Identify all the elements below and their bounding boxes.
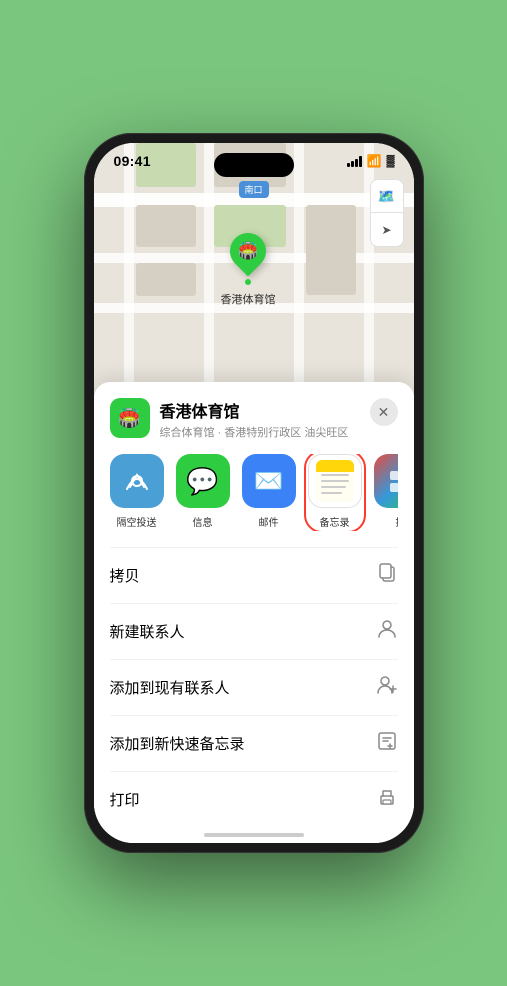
battery-icon: ▓ <box>386 155 393 167</box>
share-item-notes[interactable]: 备忘录 <box>308 454 362 529</box>
menu-copy-label: 拷贝 <box>110 565 140 586</box>
home-indicator <box>204 833 304 837</box>
notes-label: 备忘录 <box>320 514 350 529</box>
place-header: 🏟️ 香港体育馆 综合体育馆 · 香港特别行政区 油尖旺区 ✕ <box>110 398 398 440</box>
mail-label: 邮件 <box>259 514 279 529</box>
mail-icon: ✉️ <box>254 467 284 496</box>
status-icons: 📶 ▓ <box>347 154 394 168</box>
airdrop-icon <box>123 467 151 495</box>
note-add-icon <box>376 730 398 757</box>
dynamic-island <box>214 153 294 177</box>
copy-icon <box>376 562 398 589</box>
menu-quick-note-label: 添加到新快速备忘录 <box>110 733 245 754</box>
phone-frame: 09:41 📶 ▓ <box>84 133 424 853</box>
phone-screen: 09:41 📶 ▓ <box>94 143 414 843</box>
close-button[interactable]: ✕ <box>370 398 398 426</box>
menu-item-quick-note[interactable]: 添加到新快速备忘录 <box>110 716 398 772</box>
notes-icon-wrap <box>308 454 362 508</box>
share-item-more[interactable]: 提 <box>374 454 398 529</box>
bottom-sheet: 🏟️ 香港体育馆 综合体育馆 · 香港特别行政区 油尖旺区 ✕ <box>94 382 414 843</box>
person-icon <box>376 618 398 645</box>
menu-new-contact-label: 新建联系人 <box>110 621 185 642</box>
wifi-icon: 📶 <box>367 154 382 168</box>
map-marker: 🏟️ 香港体育馆 <box>221 233 276 307</box>
place-info: 香港体育馆 综合体育馆 · 香港特别行政区 油尖旺区 <box>160 398 360 440</box>
airdrop-icon-wrap <box>110 454 164 508</box>
menu-list: 拷贝 新建联系人 <box>110 547 398 827</box>
airdrop-label: 隔空投送 <box>117 514 157 529</box>
menu-item-copy[interactable]: 拷贝 <box>110 548 398 604</box>
more-label: 提 <box>396 514 398 529</box>
map-type-button[interactable]: 🗺️ <box>370 179 404 213</box>
menu-print-label: 打印 <box>110 789 140 810</box>
share-row: 隔空投送 💬 信息 ✉️ 邮件 <box>110 454 398 531</box>
share-item-airdrop[interactable]: 隔空投送 <box>110 454 164 529</box>
place-icon: 🏟️ <box>110 398 150 438</box>
share-item-mail[interactable]: ✉️ 邮件 <box>242 454 296 529</box>
more-icon-wrap <box>374 454 398 508</box>
signal-bars-icon <box>347 155 362 167</box>
share-item-messages[interactable]: 💬 信息 <box>176 454 230 529</box>
messages-label: 信息 <box>193 514 213 529</box>
person-add-icon <box>376 674 398 701</box>
location-button[interactable]: ➤ <box>370 213 404 247</box>
menu-item-add-contact[interactable]: 添加到现有联系人 <box>110 660 398 716</box>
print-icon <box>376 786 398 813</box>
menu-item-print[interactable]: 打印 <box>110 772 398 827</box>
place-name: 香港体育馆 <box>160 398 360 422</box>
map-south-label: 南口 <box>238 181 268 198</box>
messages-icon-wrap: 💬 <box>176 454 230 508</box>
status-time: 09:41 <box>114 153 151 169</box>
menu-add-contact-label: 添加到现有联系人 <box>110 677 230 698</box>
mail-icon-wrap: ✉️ <box>242 454 296 508</box>
menu-item-new-contact[interactable]: 新建联系人 <box>110 604 398 660</box>
messages-icon: 💬 <box>186 466 218 497</box>
map-controls: 🗺️ ➤ <box>370 179 404 247</box>
place-subtitle: 综合体育馆 · 香港特别行政区 油尖旺区 <box>160 424 360 440</box>
